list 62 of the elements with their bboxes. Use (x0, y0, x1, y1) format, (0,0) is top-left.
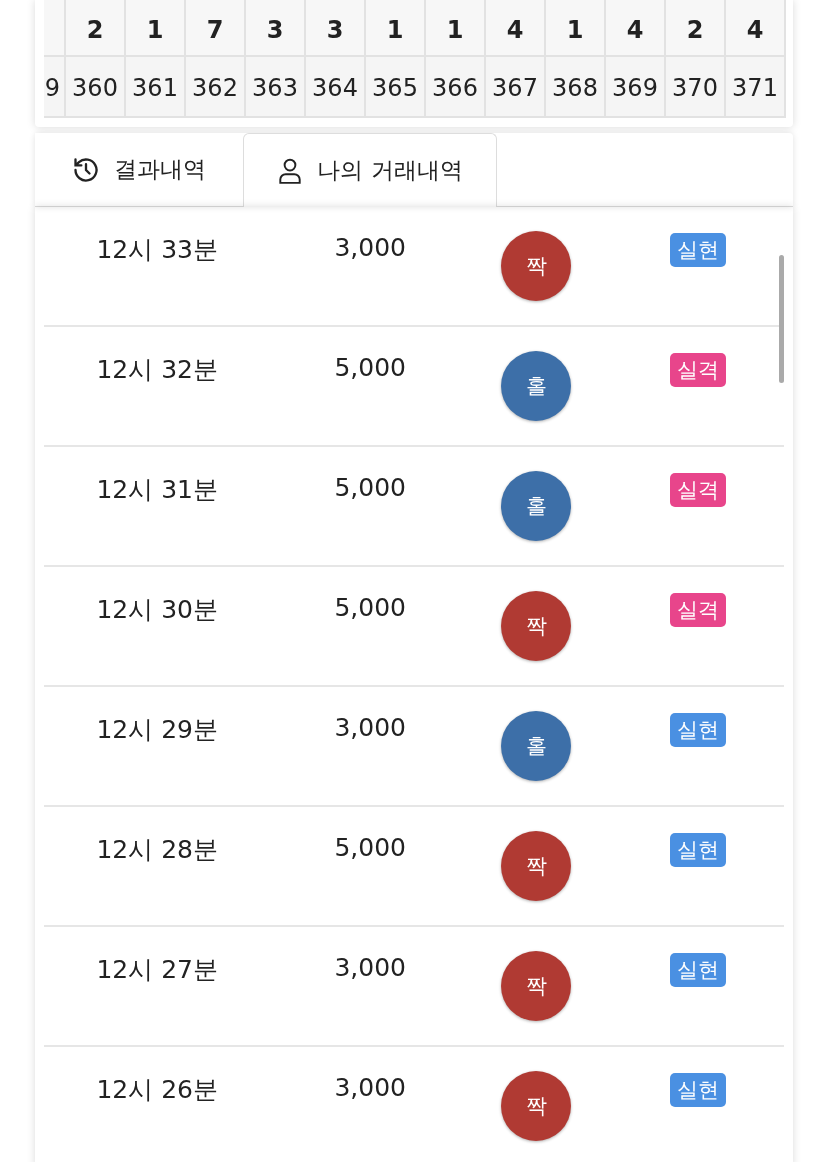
result-badge: 실현 (670, 953, 726, 987)
count-cell: 2 (66, 0, 126, 58)
round-cell: 362 (186, 57, 246, 118)
pick-badge: 홀 (501, 711, 571, 781)
tab[interactable]: 나의 거래내역 (243, 133, 497, 207)
amount-text: 5,000 (333, 352, 406, 384)
tab[interactable]: 결과내역 (35, 133, 243, 207)
count-cell: 7 (186, 0, 246, 58)
round-cell: 367 (486, 57, 546, 118)
count-cell: 4 (726, 0, 786, 58)
count-cell: 1 (426, 0, 486, 58)
result-badge: 실현 (670, 233, 726, 267)
pick-badge: 홀 (501, 471, 571, 541)
pick-badge: 짝 (501, 951, 571, 1021)
time-text: 12시 31분 (95, 474, 218, 506)
count-cell: 4 (606, 0, 666, 58)
time-text: 12시 30분 (95, 594, 218, 626)
time-text: 12시 26분 (95, 1074, 218, 1106)
pick-badge: 짝 (501, 1071, 571, 1141)
round-cell: 9 (44, 57, 66, 118)
time-text: 12시 32분 (95, 354, 218, 386)
time-text: 12시 27분 (95, 954, 218, 986)
pick-badge: 짝 (501, 831, 571, 901)
scrollbar[interactable] (779, 255, 784, 383)
amount-text: 5,000 (333, 592, 406, 624)
time-text: 12시 33분 (95, 234, 218, 266)
pick-badge: 짝 (501, 591, 571, 661)
amount-text: 3,000 (333, 232, 406, 264)
round-cell: 366 (426, 57, 486, 118)
pick-badge: 짝 (501, 231, 571, 301)
count-cell: 3 (306, 0, 366, 58)
amount-text: 3,000 (333, 712, 406, 744)
count-cell: 1 (546, 0, 606, 58)
history-icon (72, 155, 100, 184)
amount-text: 5,000 (333, 472, 406, 504)
time-text: 12시 28분 (95, 834, 218, 866)
result-badge: 실격 (670, 593, 726, 627)
round-cell: 365 (366, 57, 426, 118)
round-cell: 371 (726, 57, 786, 118)
count-cell: 3 (246, 0, 306, 58)
amount-text: 3,000 (333, 1072, 406, 1104)
round-cell: 361 (126, 57, 186, 118)
count-cell: 2 (666, 0, 726, 58)
count-cell: 1 (366, 0, 426, 58)
round-cell: 363 (246, 57, 306, 118)
result-badge: 실격 (670, 473, 726, 507)
amount-text: 3,000 (333, 952, 406, 984)
result-badge: 실현 (670, 833, 726, 867)
round-cell: 369 (606, 57, 666, 118)
count-cell: 4 (486, 0, 546, 58)
round-cell: 370 (666, 57, 726, 118)
round-cell: 360 (66, 57, 126, 118)
pick-badge: 홀 (501, 351, 571, 421)
amount-text: 5,000 (333, 832, 406, 864)
user-icon (277, 156, 304, 185)
result-badge: 실현 (670, 713, 726, 747)
count-cell: 1 (126, 0, 186, 58)
round-cell: 364 (306, 57, 366, 118)
result-badge: 실현 (670, 1073, 726, 1107)
round-cell: 368 (546, 57, 606, 118)
time-text: 12시 29분 (95, 714, 218, 746)
result-badge: 실격 (670, 353, 726, 387)
